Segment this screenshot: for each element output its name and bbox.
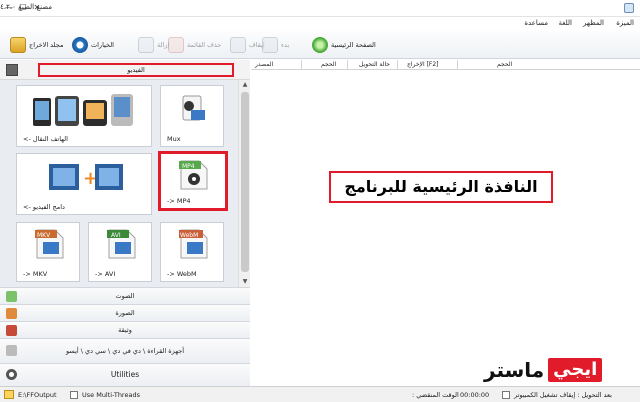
after-convert-label: بعد التحويل : إيقاف تشغيل الكمبيوتر — [514, 391, 612, 399]
video-joiner-icon: + — [49, 164, 123, 190]
clear-list-label: حذف القائمة — [187, 41, 222, 49]
status-bar: E:\FFOutput Use Multi-Threads الوقت المن… — [0, 386, 640, 402]
category-utilities[interactable]: Utilities — [0, 363, 250, 386]
remove-icon — [138, 37, 154, 53]
home-label: الصفحة الرئيسية — [331, 41, 376, 49]
multithread-label: Use Multi-Threads — [82, 391, 140, 399]
tile-video-joiner[interactable]: + دامج الفيديو -> — [16, 153, 152, 215]
home-icon — [312, 37, 328, 53]
menu-language[interactable]: اللغة — [558, 19, 572, 27]
scroll-thumb[interactable] — [241, 92, 249, 272]
webm-file-icon: WebM — [179, 229, 208, 259]
minimize-button[interactable]: — — [2, 1, 16, 15]
tile-mp4[interactable]: MP4 -> MP4 — [158, 151, 228, 211]
scroll-down-icon[interactable]: ▼ — [241, 278, 249, 286]
category-audio-label: الصوت — [115, 292, 135, 300]
left-panel: الفيديو الهاتف النقال -> Mux + دامج الفي… — [0, 60, 250, 386]
start-button[interactable]: بدء — [262, 35, 289, 55]
clear-list-button[interactable]: حذف القائمة — [168, 35, 221, 55]
col-source[interactable]: المصدر — [255, 61, 273, 68]
avi-file-icon: AVI — [107, 229, 136, 259]
watermark-part-b: ماستر — [484, 358, 545, 382]
main-window-caption: النافذة الرئيسية للبرنامج — [329, 171, 553, 203]
task-list-panel: المصدر الحجم حالة التحويل الإخراج [F2] ا… — [251, 60, 640, 386]
tile-mp4-label: -> MP4 — [167, 197, 191, 205]
category-picture-label: الصورة — [115, 309, 135, 317]
menu-help[interactable]: مساعدة — [524, 19, 548, 27]
mkv-file-icon: MKV — [35, 229, 64, 259]
watermark-part-a: ايجي — [548, 358, 603, 382]
toolbar: مجلد الاخراج الخيارات إزالة حذف القائمة … — [0, 31, 640, 59]
elapsed-label: الوقت المنقضي : — [412, 391, 459, 399]
stop-button[interactable]: إيقاف — [230, 35, 265, 55]
tile-video-joiner-label: دامج الفيديو -> — [23, 203, 65, 211]
tile-mobile[interactable]: الهاتف النقال -> — [16, 85, 152, 147]
elapsed-time: 00:00:00 — [460, 391, 490, 399]
video-category-label: الفيديو — [38, 63, 234, 77]
category-rom-dvd-label: أجهزة القراءة \ دي في دي \ سي دي \ أيسو — [65, 347, 185, 355]
menu-feature[interactable]: الميزة — [616, 19, 634, 27]
folder-icon — [10, 37, 26, 53]
col-size[interactable]: الحجم — [321, 61, 336, 68]
output-folder-button[interactable]: مجلد الاخراج — [10, 35, 63, 55]
close-button[interactable]: ✕ — [30, 1, 44, 15]
category-picture[interactable]: الصورة — [0, 304, 250, 321]
category-rom-dvd[interactable]: أجهزة القراءة \ دي في دي \ سي دي \ أيسو — [0, 338, 250, 363]
col-status[interactable]: حالة التحويل — [359, 61, 390, 68]
output-folder-icon — [4, 390, 14, 399]
tile-mkv-label: -> MKV — [23, 270, 48, 278]
tile-mux-label: Mux — [167, 135, 181, 143]
options-label: الخيارات — [91, 41, 114, 49]
mux-icon — [182, 95, 205, 121]
tile-mux[interactable]: Mux — [160, 85, 224, 147]
output-folder-label: مجلد الاخراج — [29, 41, 64, 49]
mp4-file-icon: MP4 — [179, 160, 208, 190]
mkv-badge: MKV — [37, 232, 51, 239]
task-list-header: المصدر الحجم حالة التحويل الإخراج [F2] ا… — [251, 60, 640, 70]
video-tiles-grid: الهاتف النقال -> Mux + دامج الفيديو -> M… — [0, 80, 250, 287]
tiles-scrollbar[interactable]: ▲ ▼ — [238, 80, 250, 287]
col-size-2[interactable]: الحجم — [497, 61, 512, 68]
tile-webm-label: -> WebM — [167, 270, 197, 278]
col-separator — [397, 60, 398, 70]
film-icon — [6, 64, 18, 76]
clear-icon — [168, 37, 184, 53]
options-button[interactable]: الخيارات — [72, 35, 114, 55]
category-audio[interactable]: الصوت — [0, 287, 250, 304]
video-category-header[interactable]: الفيديو — [0, 60, 250, 80]
tile-avi-label: -> AVI — [95, 270, 116, 278]
home-button[interactable]: الصفحة الرئيسية — [312, 35, 376, 55]
category-utilities-label: Utilities — [110, 370, 140, 379]
tile-mobile-label: الهاتف النقال -> — [23, 135, 68, 143]
col-separator — [457, 60, 458, 70]
start-label: بدء — [281, 41, 290, 49]
multithread-checkbox[interactable] — [70, 391, 78, 399]
shutdown-checkbox[interactable] — [502, 391, 510, 399]
maximize-button[interactable]: ☐ — [16, 1, 30, 15]
mobile-devices-icon — [33, 94, 133, 126]
output-path[interactable]: E:\FFOutput — [18, 391, 57, 399]
stop-icon — [230, 37, 246, 53]
tile-webm[interactable]: WebM -> WebM — [160, 222, 224, 282]
category-document[interactable]: وثيقة — [0, 321, 250, 338]
webm-badge: WebM — [180, 232, 198, 239]
gear-icon — [72, 37, 88, 53]
title-bar: مصنع الصيغ ٤.٢.٠ — ☐ ✕ — [0, 0, 640, 17]
mp4-badge: MP4 — [182, 163, 195, 170]
app-icon — [624, 3, 634, 13]
col-output[interactable]: الإخراج [F2] — [407, 61, 439, 68]
menu-bar: الميزة المظهر اللغة مساعدة — [0, 17, 640, 31]
tile-mkv[interactable]: MKV -> MKV — [16, 222, 80, 282]
avi-badge: AVI — [111, 232, 121, 239]
menu-skin[interactable]: المظهر — [583, 19, 604, 27]
start-icon — [262, 37, 278, 53]
col-separator — [347, 60, 348, 70]
remove-button[interactable]: إزالة — [138, 35, 169, 55]
scroll-up-icon[interactable]: ▲ — [241, 81, 249, 89]
col-separator — [301, 60, 302, 70]
category-document-label: وثيقة — [118, 326, 132, 334]
tile-avi[interactable]: AVI -> AVI — [88, 222, 152, 282]
watermark-logo: ايجي ماستر — [484, 356, 603, 384]
